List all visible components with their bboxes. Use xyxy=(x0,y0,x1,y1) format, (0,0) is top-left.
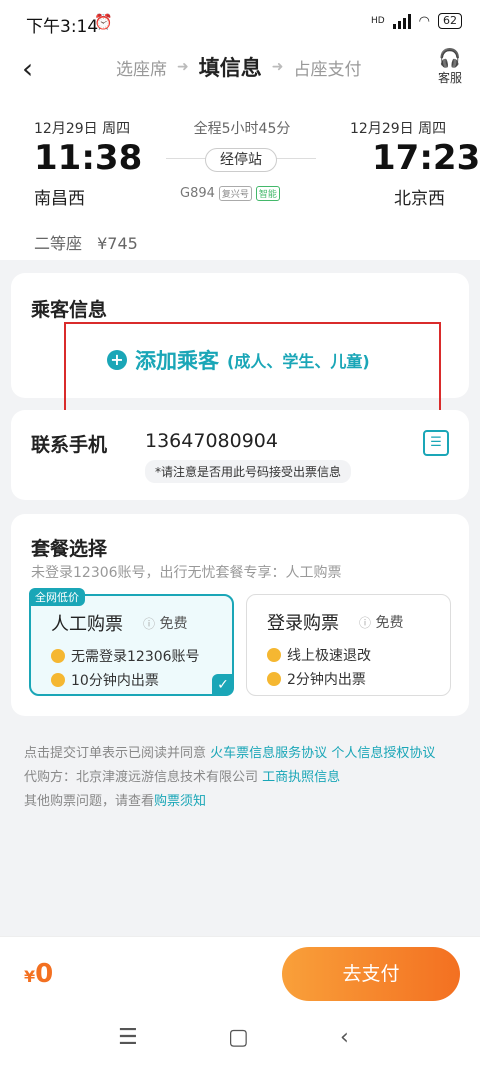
check-icon: ✓ xyxy=(212,674,234,696)
contacts-icon[interactable]: ☰ xyxy=(423,430,449,456)
back-icon[interactable]: ‹ xyxy=(22,52,33,85)
option-price: 免费 xyxy=(159,616,188,632)
service-label: 客服 xyxy=(437,71,462,85)
agreement-text: 点击提交订单表示已阅读并同意 xyxy=(24,746,207,761)
seat-info: 二等座 ¥745 xyxy=(34,230,138,254)
agreement-line-2: 代购方：北京津渡远游信息技术有限公司 工商执照信息 xyxy=(24,766,340,785)
package-card: 套餐选择 未登录12306账号，出行无忧套餐专享：人工购票 全网低价 人工购票 … xyxy=(11,514,469,716)
trip-duration: 全程5小时45分 xyxy=(193,121,291,137)
status-time: 下午3:14 xyxy=(26,17,99,37)
smart-tag: 智能 xyxy=(255,186,280,201)
contact-card: 联系手机 13647080904 *请注意是否用此号码接受出票信息 ☰ xyxy=(11,410,469,500)
menu-icon[interactable]: ☰ xyxy=(118,1025,138,1050)
option-price: 免费 xyxy=(375,615,404,631)
arrive-time: 17:23 xyxy=(372,138,480,178)
agreement-line-1: 点击提交订单表示已阅读并同意 火车票信息服务协议 个人信息授权协议 xyxy=(24,742,435,761)
business-license-link[interactable]: 工商执照信息 xyxy=(262,770,340,785)
package-subtitle: 未登录12306账号，出行无忧套餐专享：人工购票 xyxy=(31,565,342,581)
arrow-right-icon: ➜ xyxy=(271,59,284,75)
headset-icon: 🎧 xyxy=(438,48,462,69)
hd-icon: HD xyxy=(370,16,385,26)
package-option-login[interactable]: 登录购票 ⓘ 免费 线上极速退改 2分钟内出票 xyxy=(246,594,451,696)
depart-time: 11:38 xyxy=(34,138,143,178)
bottom-bar: ¥0 去支付 xyxy=(0,936,480,1015)
wifi-icon: ◠ xyxy=(418,13,430,29)
progress-steps: 选座席 ➜ 填信息 ➜ 占座支付 xyxy=(116,52,361,82)
seat-class: 二等座 xyxy=(34,234,83,253)
battery-icon: 62 xyxy=(438,13,462,29)
train-info: G894 复兴号 智能 xyxy=(180,186,280,201)
total-price: ¥0 xyxy=(24,959,53,989)
option-feature: 2分钟内出票 xyxy=(287,672,366,688)
alarm-icon: ⏰ xyxy=(94,13,113,31)
signal-icon xyxy=(392,13,411,29)
service-button[interactable]: 🎧 客服 xyxy=(438,48,462,86)
highlight-box xyxy=(64,322,441,412)
option-feature: 线上极速退改 xyxy=(287,648,371,664)
contact-label: 联系手机 xyxy=(31,434,108,456)
privacy-agreement-link[interactable]: 个人信息授权协议 xyxy=(331,746,435,761)
smile-icon xyxy=(51,649,65,663)
option-feature: 10分钟内出票 xyxy=(71,673,159,689)
status-bar: 下午3:14 ⏰ HD ◠ 62 xyxy=(0,0,480,44)
step-pay: 占座支付 xyxy=(293,59,362,80)
option-name: 人工购票 xyxy=(51,614,123,635)
train-number: G894 xyxy=(180,186,215,201)
system-nav-bar: ☰ ▢ ‹ xyxy=(0,1015,480,1067)
agreement-line-3: 其他购票问题，请查看购票须知 xyxy=(24,790,206,809)
ticket-notice-link[interactable]: 购票须知 xyxy=(154,794,206,809)
service-agreement-link[interactable]: 火车票信息服务协议 xyxy=(210,746,327,761)
step-fill-info: 填信息 xyxy=(198,56,262,80)
stops-button[interactable]: 经停站 xyxy=(205,148,277,172)
arrive-station: 北京西 xyxy=(394,189,445,209)
back-nav-icon[interactable]: ‹ xyxy=(340,1025,349,1050)
info-icon[interactable]: ⓘ xyxy=(359,616,371,630)
trip-header: ‹ 选座席 ➜ 填信息 ➜ 占座支付 🎧 客服 12月29日 周四 11:38 … xyxy=(0,44,480,260)
home-icon[interactable]: ▢ xyxy=(228,1025,249,1050)
phone-note: *请注意是否用此号码接受出票信息 xyxy=(145,460,352,483)
info-icon[interactable]: ⓘ xyxy=(143,617,155,631)
depart-date: 12月29日 周四 xyxy=(34,121,131,137)
help-text: 其他购票问题，请查看 xyxy=(24,794,155,809)
smile-icon xyxy=(267,672,281,686)
lowest-price-badge: 全网低价 xyxy=(29,588,85,606)
package-option-manual[interactable]: 全网低价 人工购票 ⓘ 免费 无需登录12306账号 10分钟内出票 ✓ xyxy=(29,588,234,696)
option-name: 登录购票 xyxy=(267,613,339,634)
total-amount: 0 xyxy=(35,959,54,989)
depart-station: 南昌西 xyxy=(34,189,85,209)
seat-price: ¥745 xyxy=(97,234,138,253)
arrow-right-icon: ➜ xyxy=(177,59,189,75)
agent-text: 代购方：北京津渡远游信息技术有限公司 xyxy=(24,770,259,785)
smile-icon xyxy=(267,648,281,662)
arrive-date: 12月29日 周四 xyxy=(350,121,447,137)
phone-input[interactable]: 13647080904 xyxy=(145,430,278,452)
smile-icon xyxy=(51,673,65,687)
fuxing-tag: 复兴号 xyxy=(218,186,252,201)
pay-button[interactable]: 去支付 xyxy=(282,947,460,1001)
option-feature: 无需登录12306账号 xyxy=(71,649,200,665)
package-title: 套餐选择 xyxy=(31,538,108,560)
currency-symbol: ¥ xyxy=(24,967,36,986)
passenger-title: 乘客信息 xyxy=(31,299,108,321)
step-select-seat: 选座席 xyxy=(116,59,167,80)
